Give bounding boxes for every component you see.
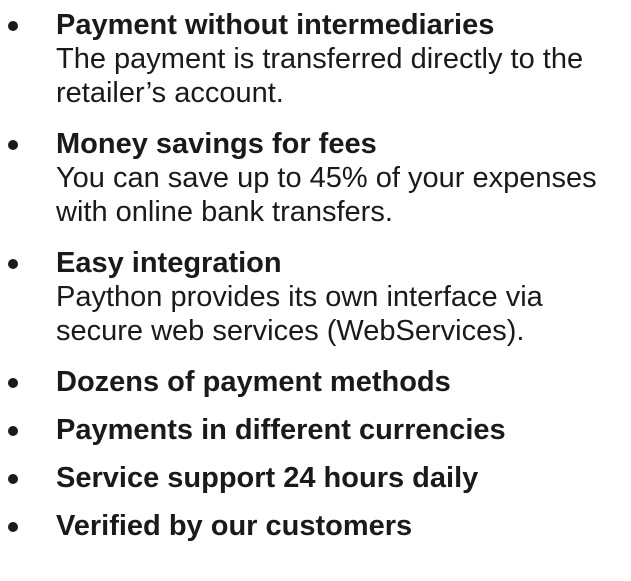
bullet-icon [8, 21, 18, 31]
feature-title: Dozens of payment methods [56, 366, 451, 398]
feature-item: Easy integration Paython provides its ow… [0, 246, 631, 348]
feature-item: Service support 24 hours daily [0, 461, 631, 495]
bullet-icon [8, 474, 18, 484]
feature-description: You can save up to 45% of your expenses … [56, 162, 597, 228]
feature-title: Easy integration [56, 247, 282, 279]
feature-item: Payments in different currencies [0, 413, 631, 447]
feature-list: Payment without intermediaries The payme… [0, 0, 631, 543]
bullet-icon [8, 378, 18, 388]
feature-title: Verified by our customers [56, 510, 413, 542]
feature-item: Payment without intermediaries The payme… [0, 8, 631, 110]
feature-item: Money savings for fees You can save up t… [0, 127, 631, 229]
feature-title: Money savings for fees [56, 128, 377, 160]
bullet-icon [8, 140, 18, 150]
feature-item: Dozens of payment methods [0, 365, 631, 399]
feature-title: Service support 24 hours daily [56, 462, 479, 494]
feature-description: Paython provides its own interface via s… [56, 281, 543, 347]
feature-description: The payment is transferred directly to t… [56, 43, 584, 109]
bullet-icon [8, 522, 18, 532]
bullet-icon [8, 426, 18, 436]
bullet-icon [8, 259, 18, 269]
feature-item: Verified by our customers [0, 509, 631, 543]
feature-title: Payment without intermediaries [56, 9, 495, 41]
feature-title: Payments in different currencies [56, 414, 506, 446]
